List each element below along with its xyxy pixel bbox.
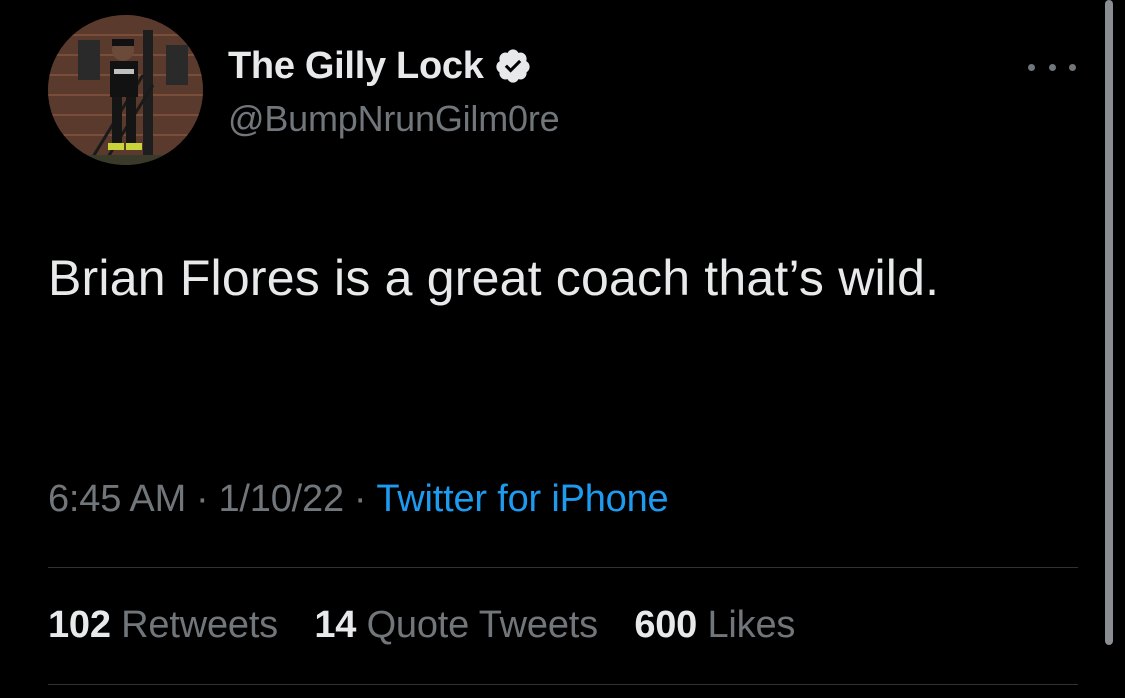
dot [1028,63,1035,71]
scrollbar[interactable] [1105,0,1113,645]
author-handle[interactable]: @BumpNrunGilm0re [228,98,560,140]
dot [1048,63,1056,71]
quote-tweets-label: Quote Tweets [366,604,599,646]
tweet-time[interactable]: 6:45 AM [48,478,186,520]
avatar[interactable] [48,15,203,165]
divider [48,567,1078,568]
author-row: The Gilly Lock [228,42,532,90]
tweet-source-link[interactable]: Twitter for iPhone [376,478,668,520]
separator: · [353,478,367,520]
divider [48,684,1078,685]
likes-stat[interactable]: 600 Likes [634,604,795,646]
tweet-date[interactable]: 1/10/22 [219,478,345,520]
likes-count: 600 [634,604,698,646]
tweet: The Gilly Lock @BumpNrunGilm0re Brian Fl… [0,0,1125,698]
separator: · [196,478,209,520]
verified-badge-icon [494,47,532,85]
quote-tweets-stat[interactable]: 14 Quote Tweets [314,604,598,646]
tweet-stats: 102 Retweets 14 Quote Tweets 600 Likes [48,604,821,647]
tweet-text: Brian Flores is a great coach that’s wil… [48,250,940,306]
likes-label: Likes [707,604,796,646]
retweets-label: Retweets [121,604,278,646]
retweets-count: 102 [48,604,111,646]
tweet-meta: 6:45 AM · 1/10/22 · Twitter for iPhone [48,478,669,521]
more-options-icon[interactable] [1028,55,1076,79]
retweets-stat[interactable]: 102 Retweets [48,604,278,646]
dot [1069,63,1076,71]
display-name[interactable]: The Gilly Lock [228,45,484,88]
quote-tweets-count: 14 [314,604,357,646]
